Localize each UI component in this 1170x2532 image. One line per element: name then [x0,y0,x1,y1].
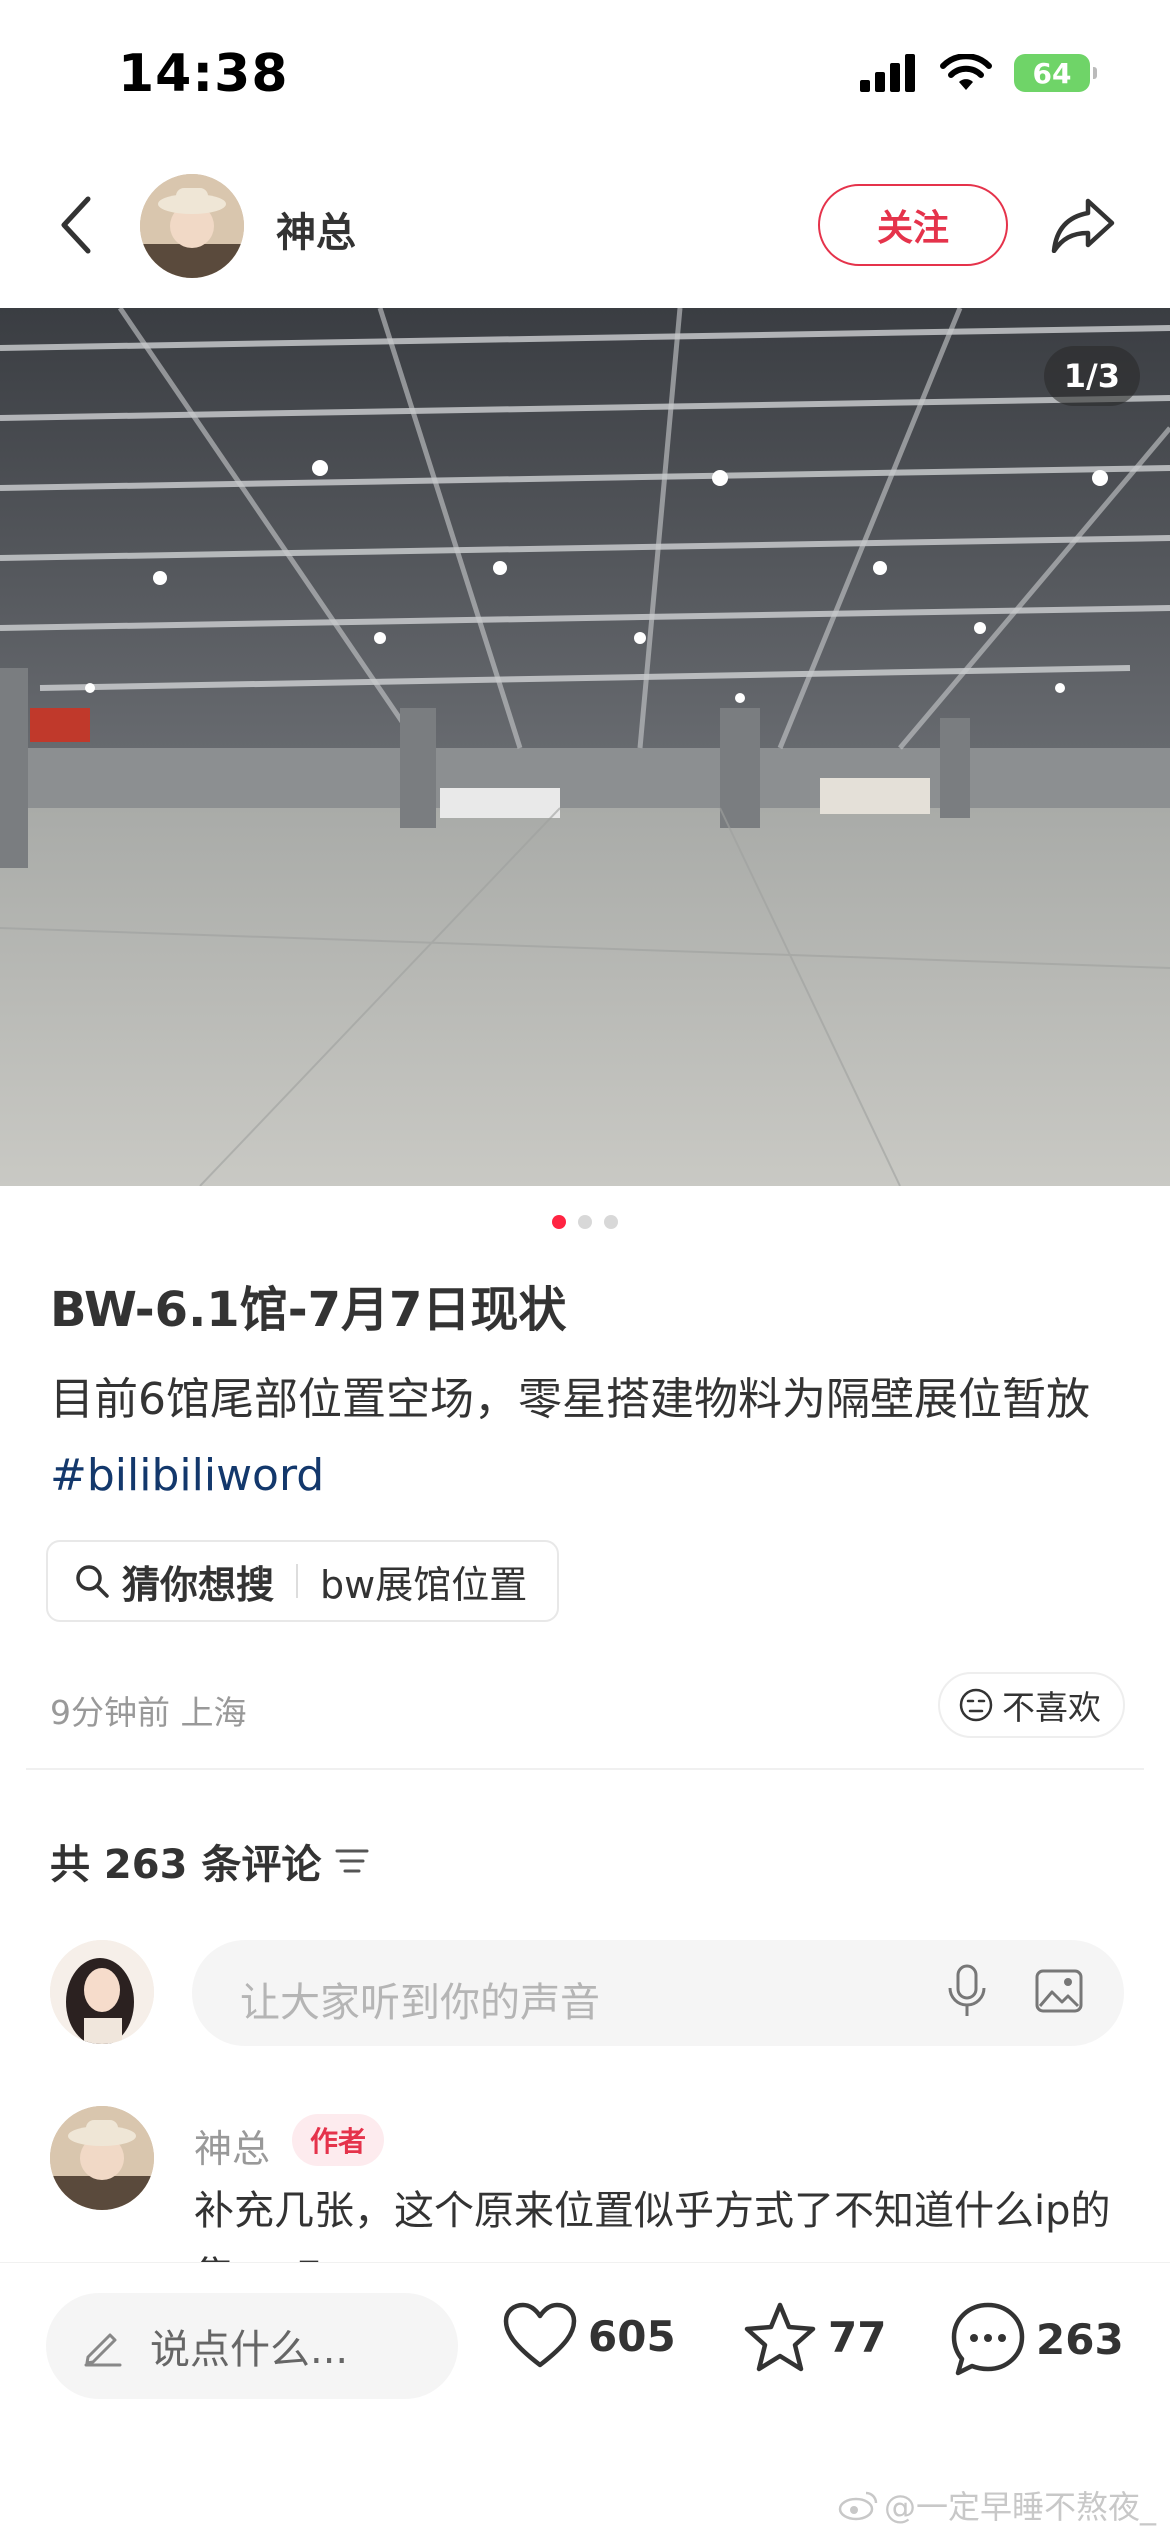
weibo-watermark: @一定早睡不熬夜_ [838,2482,1156,2528]
note-title: BW-6.1馆-7月7日现状 [50,1282,567,1338]
say-something-input[interactable]: 说点什么... [46,2293,458,2399]
comment-count-bottom: 263 [1036,2314,1124,2364]
status-icons: 64 [860,54,1097,92]
chevron-left-icon [61,196,91,254]
comment-button[interactable]: 263 [950,2301,1124,2377]
note-body-text: 目前6馆尾部位置空场，零星搭建物料为隔壁展位暂放 [50,1374,1090,1425]
suggested-search-query: bw展馆位置 [320,1562,528,1607]
image-counter: 1/3 [1043,346,1140,406]
favorite-count: 77 [828,2312,887,2362]
hashtag-link[interactable]: #bilibiliword [50,1450,324,1501]
like-count: 605 [588,2311,676,2361]
voice-input-button[interactable] [946,1964,988,2024]
note-header: 神总 关注 [0,160,1170,290]
comment-author-avatar[interactable] [50,2106,154,2210]
wifi-icon [940,54,992,90]
search-icon [76,1565,109,1598]
comment-input-placeholder: 让大家听到你的声音 [240,1980,600,2026]
chip-divider [296,1564,299,1598]
comment-author-name[interactable]: 神总 [194,2118,270,2173]
exhibition-hall-photo [0,308,1170,1186]
weibo-logo-icon [838,2491,878,2521]
back-button[interactable] [50,190,100,260]
like-button[interactable]: 605 [502,2301,676,2371]
sort-icon[interactable] [335,1846,369,1876]
post-time-location: 9分钟前 上海 [50,1693,247,1732]
share-button[interactable] [1046,192,1120,258]
author-avatar[interactable] [140,174,244,278]
cellular-signal-icon [860,54,915,92]
comment-bubble-icon [951,2302,1025,2376]
carousel-dot[interactable] [578,1215,592,1229]
share-icon [1051,198,1115,253]
comment-count: 共 263 条评论 [50,1832,369,1890]
comment-input[interactable]: 让大家听到你的声音 [192,1940,1124,2046]
star-icon [744,2302,816,2372]
my-avatar[interactable] [50,1940,154,2044]
carousel-dot[interactable] [552,1215,566,1229]
battery-indicator: 64 [1014,54,1097,92]
suggested-search-chip[interactable]: 猜你想搜 bw展馆位置 [46,1540,560,1622]
image-icon [1035,1969,1083,2013]
status-bar: 14:38 64 [0,0,1170,150]
say-something-placeholder: 说点什么... [150,2327,349,2373]
author-badge: 作者 [292,2114,385,2166]
watermark-text: @一定早睡不熬夜_ [883,2488,1156,2526]
favorite-button[interactable]: 77 [742,2301,886,2373]
carousel-dot[interactable] [604,1215,618,1229]
comment-count-label: 共 263 条评论 [50,1842,322,1888]
note-body: 目前6馆尾部位置空场，零星搭建物料为隔壁展位暂放 #bilibiliword [50,1362,1130,1514]
follow-button[interactable]: 关注 [818,184,1008,266]
battery-level: 64 [1032,56,1072,90]
microphone-icon [948,1964,986,2016]
section-divider [26,1768,1144,1770]
carousel-dots [0,1215,1170,1229]
status-time: 14:38 [118,44,289,104]
dislike-button[interactable]: 不喜欢 [938,1672,1125,1738]
pencil-icon [84,2333,122,2367]
dislike-label: 不喜欢 [1002,1688,1101,1727]
heart-icon [503,2302,577,2368]
suggested-search-label: 猜你想搜 [122,1562,275,1607]
neutral-face-icon [959,1688,993,1722]
image-attach-button[interactable] [1034,1966,1084,2020]
author-name[interactable]: 神总 [276,200,356,258]
note-image-carousel[interactable]: 1/3 [0,308,1170,1186]
